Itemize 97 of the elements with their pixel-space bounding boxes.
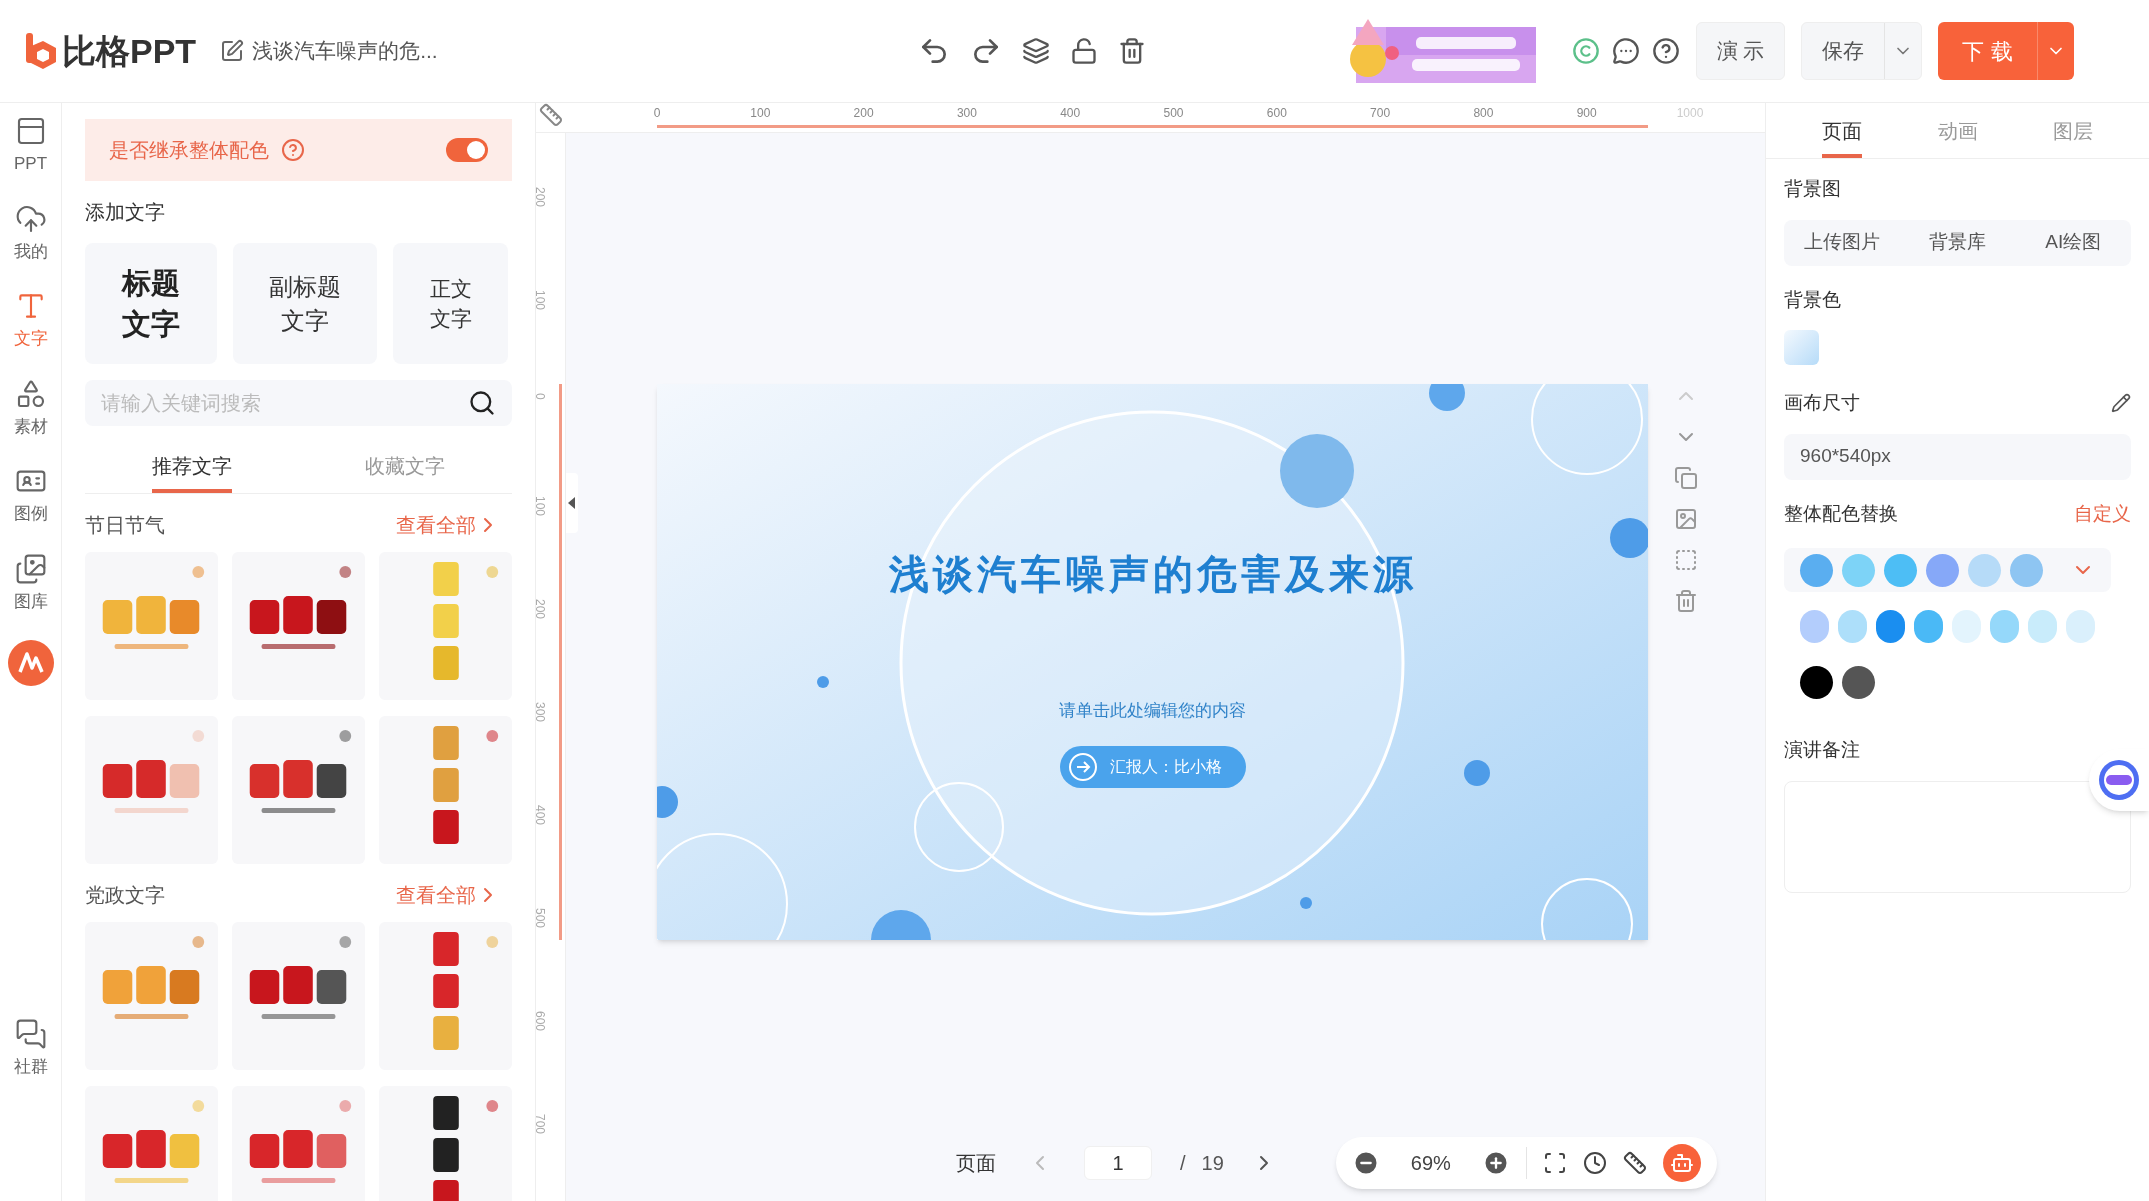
message-icon[interactable] — [1611, 37, 1640, 65]
color-swatch[interactable] — [1800, 553, 1833, 587]
customize-link[interactable]: 自定义 — [2074, 499, 2131, 528]
download-split-button[interactable]: 下 载 — [1938, 22, 2074, 80]
card-text-line: 文字 — [122, 306, 180, 342]
view-all-link[interactable]: 查看全部 — [396, 510, 500, 540]
toggle-switch[interactable] — [446, 138, 488, 162]
edit-icon[interactable] — [220, 39, 245, 63]
image-icon — [14, 552, 47, 585]
color-swatch[interactable] — [1876, 609, 1905, 643]
color-swatch[interactable] — [1842, 665, 1875, 699]
image-icon[interactable] — [1674, 507, 1698, 531]
card-text-line: 标题 — [122, 265, 180, 301]
color-swatch[interactable] — [1952, 609, 1981, 643]
color-swatch[interactable] — [1800, 665, 1833, 699]
text-tab[interactable]: 推荐文字 — [151, 442, 232, 493]
ai-logo-icon[interactable] — [7, 640, 54, 686]
slide-subtitle[interactable]: 请单击此处编辑您的内容 — [1059, 698, 1246, 724]
section-title: 演讲备注 — [1784, 738, 1861, 762]
color-swatch[interactable] — [1842, 553, 1875, 587]
inherit-color-label: 是否继承整体配色 — [109, 138, 269, 163]
history-icon[interactable] — [1582, 1151, 1607, 1175]
background-option-button[interactable]: 上传图片 — [1784, 219, 1900, 266]
rail-item[interactable]: 社群 — [13, 1018, 48, 1080]
save-split-button[interactable]: 保存 — [1801, 22, 1923, 80]
section-title: 背景色 — [1784, 287, 1842, 312]
background-option-button[interactable]: AI绘图 — [2015, 219, 2131, 266]
card-text-line: 副标题 — [269, 271, 341, 302]
color-swatch[interactable] — [2028, 609, 2057, 643]
rail-item[interactable]: PPT — [13, 115, 48, 177]
card-text-line: 文字 — [429, 305, 472, 332]
download-button[interactable]: 下 载 — [1938, 34, 2037, 68]
slide-title[interactable]: 浅谈汽车噪声的危害及来源 — [888, 544, 1417, 604]
robot-face-icon — [2097, 758, 2141, 802]
assistant-button[interactable] — [1662, 1144, 1701, 1182]
arrow-circle-icon — [1067, 751, 1098, 782]
collapse-arrow-icon — [568, 497, 576, 509]
panel-tab[interactable]: 页面 — [1821, 107, 1862, 158]
color-swatch[interactable] — [2066, 609, 2095, 643]
background-color-swatch[interactable] — [1784, 330, 1819, 365]
rail-item[interactable]: 我的 — [13, 202, 48, 264]
text-style-card[interactable]: 标题 文字 — [85, 243, 217, 364]
help-icon[interactable] — [1651, 37, 1680, 65]
color-swatch[interactable] — [2010, 553, 2043, 587]
search-field[interactable]: 请输入关键词搜索 — [85, 380, 512, 426]
section-title: 添加文字 — [85, 200, 166, 225]
slide[interactable]: 浅谈汽车噪声的危害及来源 请单击此处编辑您的内容 汇报人：比小格 — [657, 384, 1648, 940]
color-swatch[interactable] — [1800, 609, 1829, 643]
assistant-float-button[interactable] — [2089, 749, 2149, 811]
copyright-icon[interactable] — [1571, 37, 1600, 65]
chat-icon — [14, 1018, 47, 1050]
color-swatch[interactable] — [1914, 609, 1943, 643]
color-swatch[interactable] — [1926, 553, 1959, 587]
category-title: 节日节气 — [85, 513, 165, 538]
robot-icon — [1669, 1151, 1694, 1175]
background-option-button[interactable]: 背景库 — [1899, 219, 2016, 266]
edit-icon[interactable] — [2111, 393, 2131, 414]
vertical-ruler: 200 100 0 100 200 300 400 500 600 700 — [536, 133, 566, 1201]
ruler-corner-icon[interactable] — [539, 103, 563, 127]
select-icon[interactable] — [1674, 548, 1698, 572]
color-swatch[interactable] — [1968, 553, 2001, 587]
color-swatch[interactable] — [1884, 553, 1917, 587]
zoom-value: 69% — [1409, 1151, 1452, 1176]
rail-item[interactable]: 图例 — [13, 465, 48, 527]
canvas-size-field[interactable]: 960*540px — [1784, 433, 2131, 480]
rail-item[interactable]: 图库 — [13, 552, 48, 614]
copy-icon[interactable] — [1674, 466, 1698, 490]
view-all-link[interactable]: 查看全部 — [396, 880, 500, 910]
search-icon[interactable] — [468, 389, 496, 417]
fit-screen-icon[interactable] — [1542, 1151, 1567, 1175]
color-swatch[interactable] — [1990, 609, 2019, 643]
text-style-card[interactable]: 副标题 文字 — [233, 243, 377, 364]
page-total: 19 — [1201, 1151, 1224, 1176]
save-button[interactable]: 保存 — [1802, 35, 1885, 67]
page-number-field[interactable]: 1 — [1084, 1146, 1152, 1180]
delete-icon[interactable] — [1117, 37, 1146, 65]
section-title: 画布尺寸 — [1784, 391, 1860, 415]
unlock-icon[interactable] — [1069, 37, 1098, 65]
page-label: 页面 — [956, 1151, 996, 1176]
ruler-icon[interactable] — [1622, 1151, 1647, 1175]
section-title: 整体配色替换 — [1784, 501, 1898, 526]
panel-collapse-tab[interactable] — [566, 473, 578, 533]
document-title[interactable]: 浅谈汽车噪声的危... — [252, 35, 438, 67]
rail-item[interactable]: 素材 — [13, 377, 48, 439]
present-button[interactable]: 演 示 — [1695, 22, 1786, 80]
layers-icon[interactable] — [1021, 37, 1050, 65]
card-text-line: 文字 — [281, 305, 329, 336]
rail-item[interactable]: 文字 — [13, 290, 48, 352]
text-style-card[interactable]: 正文 文字 — [393, 243, 508, 364]
section-title: 背景图 — [1784, 177, 1842, 201]
card-text-line: 正文 — [429, 276, 472, 303]
logo-icon — [24, 31, 58, 71]
color-swatch[interactable] — [1838, 609, 1867, 643]
palette-bar[interactable] — [1784, 548, 2111, 592]
category-title: 党政文字 — [85, 883, 165, 908]
logo-text: 比格PPT — [62, 30, 197, 72]
page-separator: / — [1180, 1151, 1186, 1176]
